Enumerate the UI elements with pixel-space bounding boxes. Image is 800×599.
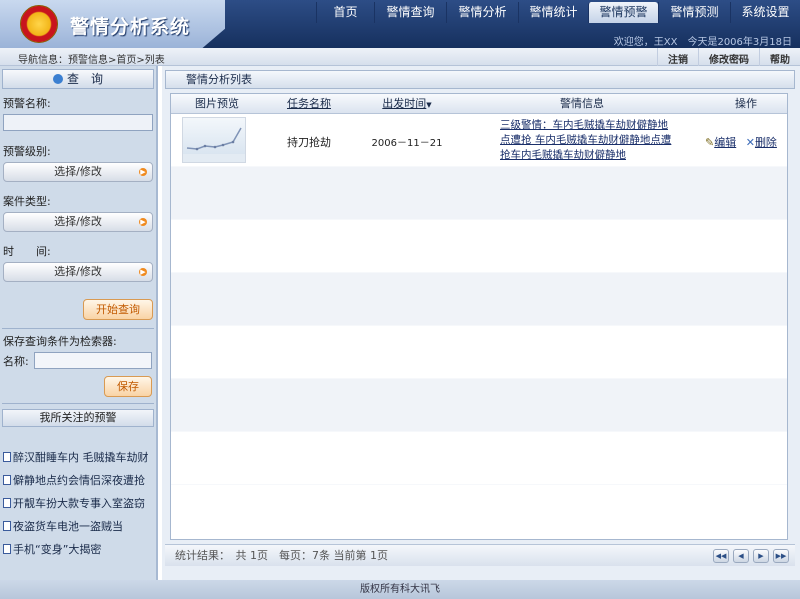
table-row <box>171 326 787 379</box>
nav-alert-statistics[interactable]: 警情统计 <box>518 2 588 23</box>
preview-thumbnail[interactable] <box>182 117 246 163</box>
alert-level-select[interactable]: 选择/修改 ▶ <box>3 162 153 182</box>
alert-info-link[interactable]: 三级警情：车内毛贼撬车劫财僻静地 <box>500 118 705 133</box>
case-type-select-label: 选择/修改 <box>54 215 102 228</box>
pagination-bar: 统计结果： 共 1页 每页：7条 当前第 1页 ◀◀ ◀ ▶ ▶▶ <box>165 544 795 566</box>
time-select-label: 选择/修改 <box>54 265 102 278</box>
watch-item-label: 僻静地点约会情侣深夜遭抢 <box>13 474 145 487</box>
watch-item[interactable]: 僻静地点约会情侣深夜遭抢 <box>3 469 156 492</box>
case-type-select[interactable]: 选择/修改 ▶ <box>3 212 153 232</box>
save-name-label: 名称: <box>3 354 29 368</box>
alert-name-label: 预警名称: <box>3 97 51 110</box>
chevron-right-icon: ▶ <box>139 168 147 176</box>
stats-text: 统计结果： 共 1页 每页：7条 当前第 1页 <box>175 549 388 562</box>
nav-home[interactable]: 首页 <box>316 2 374 23</box>
divider <box>2 328 154 329</box>
pager: ◀◀ ◀ ▶ ▶▶ <box>713 549 789 563</box>
last-page-button[interactable]: ▶▶ <box>773 549 789 563</box>
alert-info-cell[interactable]: 三级警情：车内毛贼撬车劫财僻静地 点遭抢 车内毛贼撬车劫财僻静地点遭 抢车内毛贼… <box>459 114 705 166</box>
nav-alert-warning[interactable]: 警情预警 <box>588 2 658 23</box>
watch-item-label: 手机“变身”大揭密 <box>13 543 102 556</box>
query-panel-header: 查 询 <box>2 69 154 89</box>
main-content: 警情分析列表 图片预览 任务名称 出发时间▼ 警情信息 操作 持刀抢劫 2006… <box>162 66 800 580</box>
app-title: 警情分析系统 <box>70 16 191 38</box>
table-row <box>171 432 787 485</box>
alert-level-select-label: 选择/修改 <box>54 165 102 178</box>
delete-icon: ✕ <box>745 136 755 149</box>
watch-list: 醉汉酣睡车内 毛贼撬车劫财 僻静地点约会情侣深夜遭抢 开靓车扮大款专事入室盗窃 … <box>0 446 156 561</box>
next-page-button[interactable]: ▶ <box>753 549 769 563</box>
save-criteria-label: 保存查询条件为检索器: <box>3 335 117 348</box>
breadcrumb-bar: 导航信息：预警信息>首页>列表 注销 修改密码 帮助 <box>0 48 800 69</box>
nav-alert-analysis[interactable]: 警情分析 <box>446 2 518 23</box>
list-title: 警情分析列表 <box>165 70 795 89</box>
col-task-name[interactable]: 任务名称 <box>263 94 355 113</box>
alert-level-label: 预警级别: <box>3 145 51 158</box>
chevron-right-icon: ▶ <box>139 218 147 226</box>
document-icon <box>3 498 11 508</box>
alert-info-link[interactable]: 点遭抢 车内毛贼撬车劫财僻静地点遭 <box>500 133 705 148</box>
col-task-name-label: 任务名称 <box>287 97 331 110</box>
alert-name-input[interactable] <box>3 114 153 131</box>
case-type-label: 案件类型: <box>3 195 51 208</box>
chevron-right-icon: ▶ <box>139 268 147 276</box>
save-button[interactable]: 保存 <box>104 376 152 397</box>
watch-item[interactable]: 手机“变身”大揭密 <box>3 538 156 561</box>
start-query-button[interactable]: 开始查询 <box>83 299 153 320</box>
alert-info-link[interactable]: 抢车内毛贼撬车劫财僻静地 <box>500 148 705 163</box>
sidebar: 查 询 预警名称: 预警级别: 选择/修改 ▶ 案件类型: 选择/修改 ▶ 时 … <box>0 66 158 580</box>
watch-item-label: 开靓车扮大款专事入室盗窃 <box>13 497 145 510</box>
pencil-icon: ✎ <box>705 136 715 149</box>
sort-down-icon: ▼ <box>426 101 432 109</box>
table-row <box>171 167 787 220</box>
col-alert-info: 警情信息 <box>560 97 604 110</box>
table-header: 图片预览 任务名称 出发时间▼ 警情信息 操作 <box>171 94 787 114</box>
col-preview: 图片预览 <box>195 97 239 110</box>
watch-item[interactable]: 醉汉酣睡车内 毛贼撬车劫财 <box>3 446 156 469</box>
main-nav: 首页 警情查询 警情分析 警情统计 警情预警 警情预测 系统设置 <box>316 2 800 23</box>
col-actions: 操作 <box>735 97 757 110</box>
watch-item-label: 夜盗货车电池一盗贼当 <box>13 520 123 533</box>
document-icon <box>3 452 11 462</box>
save-name-input[interactable] <box>34 352 152 369</box>
trend-chart-thumbnail <box>183 127 245 162</box>
watch-item[interactable]: 夜盗货车电池一盗贼当 <box>3 515 156 538</box>
divider <box>2 403 154 404</box>
task-name-cell: 持刀抢劫 <box>287 136 331 149</box>
alert-table: 图片预览 任务名称 出发时间▼ 警情信息 操作 持刀抢劫 2006－11－21 … <box>170 93 788 540</box>
welcome-text: 欢迎您，王XX 今天是2006年3月18日 <box>613 37 792 48</box>
breadcrumb: 导航信息：预警信息>首页>列表 <box>18 55 165 66</box>
col-departure-time[interactable]: 出发时间▼ <box>355 94 459 113</box>
user-icon <box>52 74 63 84</box>
copyright: 版权所有科大讯飞 <box>0 580 800 599</box>
delete-link[interactable]: 删除 <box>755 136 777 149</box>
table-row <box>171 379 787 432</box>
query-panel-title: 查 询 <box>66 72 103 86</box>
first-page-button[interactable]: ◀◀ <box>713 549 729 563</box>
departure-time-cell: 2006－11－21 <box>371 138 443 149</box>
prev-page-button[interactable]: ◀ <box>733 549 749 563</box>
document-icon <box>3 475 11 485</box>
police-emblem-icon <box>20 5 58 43</box>
watch-item-label: 醉汉酣睡车内 毛贼撬车劫财 <box>13 451 149 464</box>
watch-item[interactable]: 开靓车扮大款专事入室盗窃 <box>3 492 156 515</box>
preview-cell <box>171 114 263 166</box>
document-icon <box>3 521 11 531</box>
edit-link[interactable]: 编辑 <box>714 136 736 149</box>
document-icon <box>3 544 11 554</box>
table-row <box>171 273 787 326</box>
nav-alert-query[interactable]: 警情查询 <box>374 2 446 23</box>
table-row: 持刀抢劫 2006－11－21 三级警情：车内毛贼撬车劫财僻静地 点遭抢 车内毛… <box>171 114 787 167</box>
nav-system-settings[interactable]: 系统设置 <box>730 2 800 23</box>
nav-alert-forecast[interactable]: 警情预测 <box>658 2 730 23</box>
time-label: 时 间: <box>3 245 51 258</box>
watch-panel-header: 我所关注的预警 <box>2 409 154 427</box>
actions-cell: ✎编辑 ✕删除 <box>705 114 787 166</box>
header: 警情分析系统 首页 警情查询 警情分析 警情统计 警情预警 警情预测 系统设置 … <box>0 0 800 48</box>
col-departure-time-label: 出发时间 <box>382 97 427 110</box>
table-row <box>171 220 787 273</box>
time-select[interactable]: 选择/修改 ▶ <box>3 262 153 282</box>
